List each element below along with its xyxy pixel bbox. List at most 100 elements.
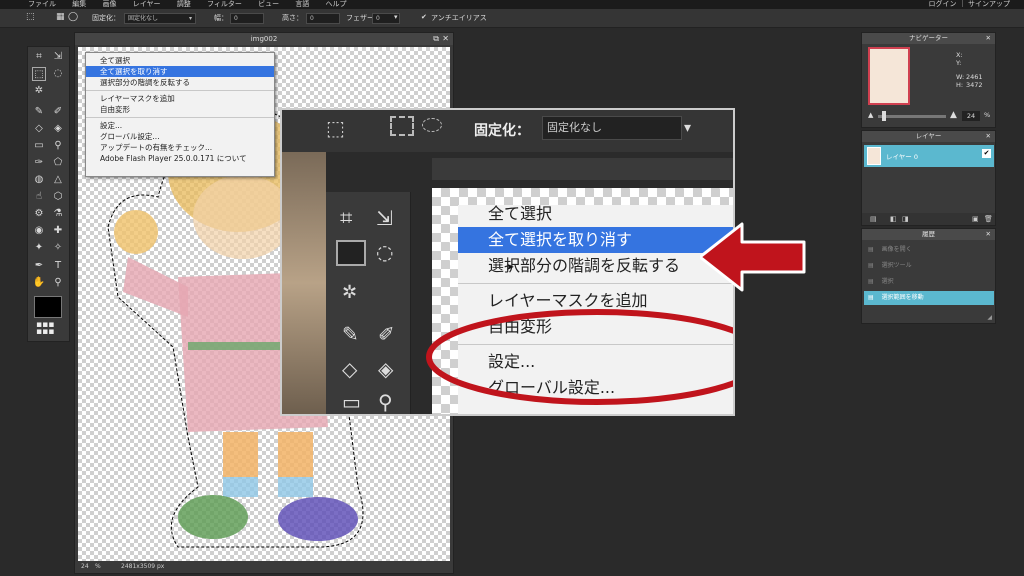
fixed-select-value: 固定化なし xyxy=(128,15,159,22)
delete-layer-icon[interactable]: 🗑 xyxy=(984,213,993,225)
layer-mask-icon[interactable]: ◧ xyxy=(890,213,897,225)
layer-row[interactable]: レイヤー 0 ✔ xyxy=(864,145,994,167)
menu-language[interactable]: 言語 xyxy=(295,0,309,9)
menu-image[interactable]: 画像 xyxy=(102,0,116,9)
zoom-in-icon[interactable]: ▲ xyxy=(950,110,957,120)
fixed-select[interactable]: 固定化なし ▾ xyxy=(124,13,196,24)
menu-help[interactable]: ヘルプ xyxy=(326,0,347,9)
menu-item-add-layer-mask[interactable]: レイヤーマスクを追加 xyxy=(86,93,274,104)
hand-tool-icon[interactable]: ✋ xyxy=(32,276,46,290)
close-icon[interactable]: ✕ xyxy=(986,33,991,44)
gradient-tool-icon[interactable]: ▭ xyxy=(32,139,46,153)
zoom-slider[interactable] xyxy=(878,115,946,118)
document-title: img002 xyxy=(75,33,453,45)
menu-file[interactable]: ファイル xyxy=(28,0,56,9)
picker-tool-icon[interactable]: ✒ xyxy=(32,259,46,273)
history-item-active[interactable]: ▤ 選択範囲を移動 xyxy=(864,291,994,305)
zoom-unit: % xyxy=(95,563,101,570)
new-layer-icon[interactable]: ▣ xyxy=(972,213,979,225)
width-label: 幅： xyxy=(214,14,228,22)
color-replace-tool-icon[interactable]: ✑ xyxy=(32,156,46,170)
maximize-icon[interactable]: ⧉ xyxy=(433,34,439,44)
navigator-zoom-unit: % xyxy=(984,111,991,119)
layer-settings-icon[interactable]: ▤ xyxy=(870,213,877,225)
layer-styles-icon[interactable]: ◨ xyxy=(902,213,909,225)
move-tool-icon[interactable]: ⇲ xyxy=(51,50,65,64)
drawing-tool-icon[interactable]: ⬠ xyxy=(51,156,65,170)
cursor-icon: ➤ xyxy=(506,262,515,273)
menu-view[interactable]: ビュー xyxy=(258,0,279,9)
document-size: 2481x3509 px xyxy=(121,563,165,570)
red-eye-tool-icon[interactable]: ◉ xyxy=(32,224,46,238)
stamp-tool-icon[interactable]: ⚲ xyxy=(51,139,65,153)
blur-tool-icon[interactable]: ◍ xyxy=(32,173,46,187)
resize-handle-icon[interactable]: ◢ xyxy=(987,314,992,321)
context-menu: 全て選択 全て選択を取り消す 選択部分の階調を反転する レイヤーマスクを追加 自… xyxy=(85,52,275,177)
ellipse-select-mode-icon[interactable]: ◯ xyxy=(68,12,78,22)
feather-chevron-icon[interactable]: ▾ xyxy=(394,13,398,21)
eraser-tool-icon[interactable]: ◇ xyxy=(32,122,46,136)
height-label: 高さ： xyxy=(282,14,303,22)
history-item[interactable]: ▤ 選択 xyxy=(864,275,994,289)
foreground-color-swatch[interactable] xyxy=(34,296,62,318)
type-tool-icon[interactable]: T xyxy=(51,259,65,273)
navigator-thumbnail[interactable] xyxy=(868,47,910,105)
menu-edit[interactable]: 編集 xyxy=(72,0,86,9)
history-panel: 履歴 ✕ ▤ 画像を開く ▤ 選択ツール ▤ 選択 ▤ 選択範囲を移動 ◢ xyxy=(861,228,996,324)
navigator-title: ナビゲーター xyxy=(909,34,948,42)
lasso-tool-icon[interactable]: ◌ xyxy=(51,67,65,81)
menu-item-free-transform[interactable]: 自由変形 xyxy=(86,104,274,115)
login-signup-link[interactable]: ログイン ｜ サインアップ xyxy=(929,0,1010,9)
layer-visibility-checkbox[interactable]: ✔ xyxy=(982,149,991,158)
crop-tool-icon[interactable]: ⌗ xyxy=(32,50,46,64)
rect-select-mode-icon[interactable]: ▦ xyxy=(56,12,65,22)
navigator-zoom-input[interactable]: 24 xyxy=(962,111,980,121)
color-grid-icon[interactable]: ▪▪▪ ▪▪▪ xyxy=(36,321,60,337)
zoom-level[interactable]: 24 xyxy=(81,561,89,573)
zoom-out-icon[interactable]: ▲ xyxy=(868,111,873,119)
brush-tool-icon[interactable]: ✐ xyxy=(51,105,65,119)
history-item-icon: ▤ xyxy=(868,278,874,285)
close-icon[interactable]: ✕ xyxy=(986,229,991,240)
sponge-tool-icon[interactable]: ⬡ xyxy=(51,190,65,204)
bloat-tool-icon[interactable]: ✦ xyxy=(32,241,46,255)
zoom-slider-handle[interactable] xyxy=(882,111,886,121)
zoom-inset: ⬚ 固定化： 固定化なし ▾ ⌗ ⇲ ◌ ✲ ✎ ✐ ◇ ◈ ▭ ⚲ 全て選択 … xyxy=(280,108,735,416)
close-icon[interactable]: ✕ xyxy=(986,131,991,142)
antialias-checkbox[interactable]: ✔ xyxy=(421,13,427,21)
menu-item-check-updates[interactable]: アップデートの有無をチェック... xyxy=(86,142,274,153)
marquee-tool-icon[interactable]: ⬚ xyxy=(32,67,46,81)
menu-item-settings[interactable]: 設定... xyxy=(86,120,274,131)
menu-item-select-all[interactable]: 全て選択 xyxy=(86,55,274,66)
history-item[interactable]: ▤ 画像を開く xyxy=(864,243,994,257)
menu-item-global-settings[interactable]: グローバル設定... xyxy=(86,131,274,142)
wand-tool-icon[interactable]: ✲ xyxy=(32,84,46,98)
zoom-tool-icon[interactable]: ⚲ xyxy=(51,276,65,290)
fixed-label: 固定化： xyxy=(92,14,120,22)
pencil-tool-icon[interactable]: ✎ xyxy=(32,105,46,119)
width-input[interactable]: 0 xyxy=(230,13,264,24)
menu-item-invert-selection[interactable]: 選択部分の階調を反転する xyxy=(86,77,274,88)
document-status-bar: 24 % 2481x3509 px xyxy=(75,561,453,573)
layer-name: レイヤー 0 xyxy=(886,153,919,161)
history-item[interactable]: ▤ 選択ツール xyxy=(864,259,994,273)
pinch-tool-icon[interactable]: ✧ xyxy=(51,241,65,255)
smudge-tool-icon[interactable]: ☝ xyxy=(32,190,46,204)
menu-item-about-flash[interactable]: Adobe Flash Player 25.0.0.171 について xyxy=(86,153,274,164)
history-item-icon: ▤ xyxy=(868,294,874,301)
history-item-label: 選択範囲を移動 xyxy=(881,294,924,301)
fill-tool-icon[interactable]: ◈ xyxy=(51,122,65,136)
crop-tool-icon[interactable]: ⬚ xyxy=(26,12,35,22)
sharpen-tool-icon[interactable]: △ xyxy=(51,173,65,187)
history-item-label: 画像を開く xyxy=(881,246,912,253)
dodge-tool-icon[interactable]: ⚙ xyxy=(32,207,46,221)
spot-heal-tool-icon[interactable]: ✚ xyxy=(51,224,65,238)
history-title: 履歴 xyxy=(922,230,935,238)
height-input[interactable]: 0 xyxy=(306,13,340,24)
menu-adjust[interactable]: 調整 xyxy=(177,0,191,9)
menu-layer[interactable]: レイヤー xyxy=(133,0,161,9)
close-icon[interactable]: ✕ xyxy=(442,34,449,43)
menu-filter[interactable]: フィルター xyxy=(207,0,242,9)
menu-item-deselect-all[interactable]: 全て選択を取り消す xyxy=(86,66,274,77)
burn-tool-icon[interactable]: ⚗ xyxy=(51,207,65,221)
